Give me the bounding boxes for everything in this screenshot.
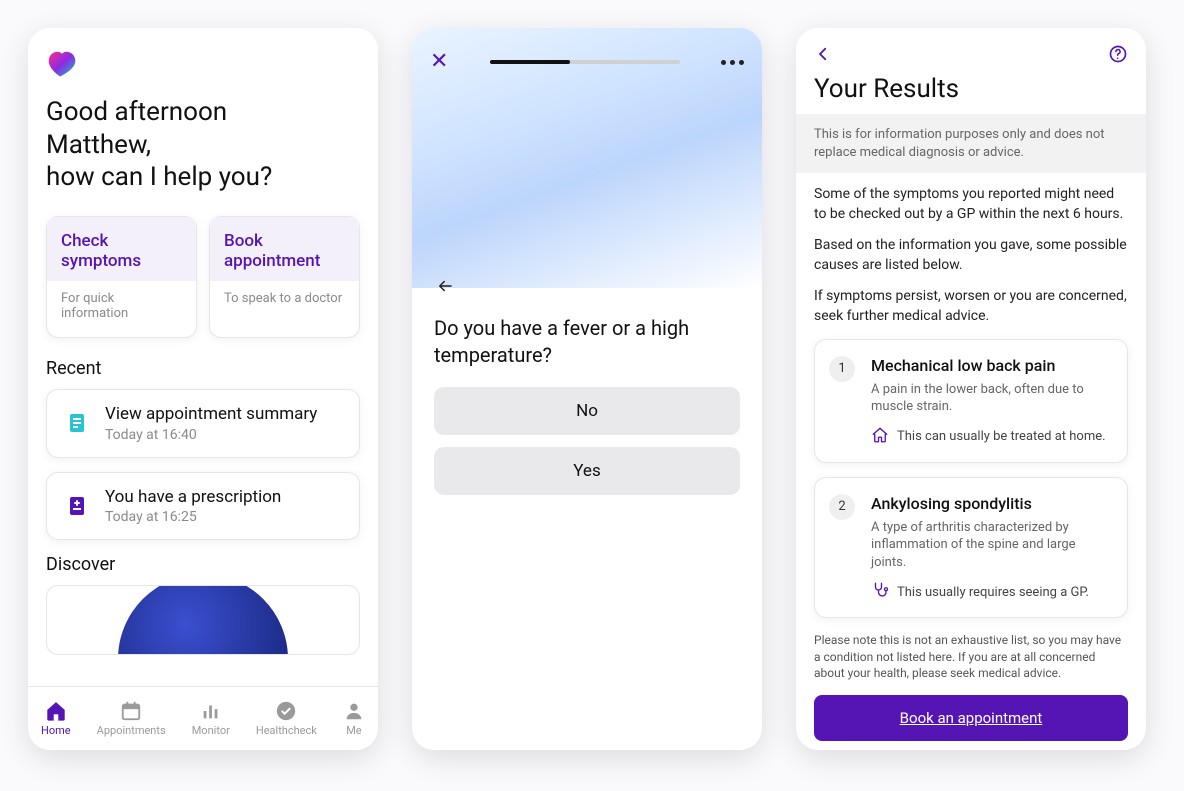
result-title: Ankylosing spondylitis xyxy=(871,494,1111,513)
prescription-icon xyxy=(63,492,91,520)
tile-check-symptoms[interactable]: Check symptoms For quick information xyxy=(46,216,197,339)
result-rank-badge: 1 xyxy=(829,356,855,382)
back-chevron-icon[interactable] xyxy=(814,45,832,67)
list-item-title: You have a prescription xyxy=(105,487,281,507)
disclaimer-banner: This is for information purposes only an… xyxy=(796,114,1146,173)
tab-monitor[interactable]: Monitor xyxy=(192,700,230,737)
tab-label: Monitor xyxy=(192,724,230,737)
progress-fill xyxy=(490,60,570,64)
tab-label: Home xyxy=(41,724,71,737)
progress-bar xyxy=(490,60,680,64)
tab-healthcheck[interactable]: Healthcheck xyxy=(256,700,317,737)
results-paragraph: Based on the information you gave, some … xyxy=(814,236,1128,275)
result-card-2[interactable]: 2 Ankylosing spondylitis A type of arthr… xyxy=(814,477,1128,619)
back-arrow-icon[interactable] xyxy=(434,276,456,301)
discover-card[interactable] xyxy=(46,585,360,655)
tab-label: Healthcheck xyxy=(256,724,317,737)
result-foot-text: This usually requires seeing a GP. xyxy=(897,585,1089,600)
tile-subtitle: To speak to a doctor xyxy=(224,291,345,306)
greeting-text: Good afternoon Matthew, how can I help y… xyxy=(46,96,360,194)
stethoscope-icon xyxy=(871,581,889,603)
tab-bar: Home Appointments Monitor Healthcheck Me xyxy=(28,686,378,750)
screen-symptom-question: ✕ Do you have a fever or a high temperat… xyxy=(412,28,762,750)
more-icon[interactable] xyxy=(721,60,744,65)
tile-title: Book appointment xyxy=(224,231,345,272)
page-title: Your Results xyxy=(796,74,1146,114)
screen-results: Your Results This is for information pur… xyxy=(796,28,1146,750)
answer-yes-button[interactable]: Yes xyxy=(434,447,740,495)
tab-label: Appointments xyxy=(97,724,166,737)
logo-heart-icon xyxy=(46,48,80,82)
result-description: A type of arthritis characterized by inf… xyxy=(871,519,1111,572)
tile-book-appointment[interactable]: Book appointment To speak to a doctor xyxy=(209,216,360,339)
question-text: Do you have a fever or a high temperatur… xyxy=(434,315,740,369)
tab-me[interactable]: Me xyxy=(343,700,365,737)
result-foot-text: This can usually be treated at home. xyxy=(897,429,1106,444)
discover-heading: Discover xyxy=(46,554,360,575)
tab-home[interactable]: Home xyxy=(41,700,71,737)
result-card-1[interactable]: 1 Mechanical low back pain A pain in the… xyxy=(814,339,1128,463)
screen-home: Good afternoon Matthew, how can I help y… xyxy=(28,28,378,750)
document-icon xyxy=(63,409,91,437)
result-rank-badge: 2 xyxy=(829,494,855,520)
help-icon[interactable] xyxy=(1108,44,1128,68)
result-title: Mechanical low back pain xyxy=(871,356,1111,375)
tab-appointments[interactable]: Appointments xyxy=(97,700,166,737)
results-footnote: Please note this is not an exhaustive li… xyxy=(814,632,1128,681)
result-description: A pain in the lower back, often due to m… xyxy=(871,381,1111,416)
results-paragraph: If symptoms persist, worsen or you are c… xyxy=(814,287,1128,326)
tile-title: Check symptoms xyxy=(61,231,182,272)
recent-heading: Recent xyxy=(46,358,360,379)
results-paragraph: Some of the symptoms you reported might … xyxy=(814,185,1128,224)
close-icon[interactable]: ✕ xyxy=(430,51,448,73)
tab-label: Me xyxy=(346,724,361,737)
list-item-sub: Today at 16:25 xyxy=(105,509,281,525)
list-item-title: View appointment summary xyxy=(105,404,317,424)
recent-item-appointment-summary[interactable]: View appointment summary Today at 16:40 xyxy=(46,389,360,457)
list-item-sub: Today at 16:40 xyxy=(105,427,317,443)
home-icon xyxy=(871,426,889,448)
book-appointment-button[interactable]: Book an appointment xyxy=(814,695,1128,741)
recent-item-prescription[interactable]: You have a prescription Today at 16:25 xyxy=(46,472,360,540)
answer-no-button[interactable]: No xyxy=(434,387,740,435)
discover-graphic-icon xyxy=(118,585,288,655)
tile-subtitle: For quick information xyxy=(61,291,182,321)
